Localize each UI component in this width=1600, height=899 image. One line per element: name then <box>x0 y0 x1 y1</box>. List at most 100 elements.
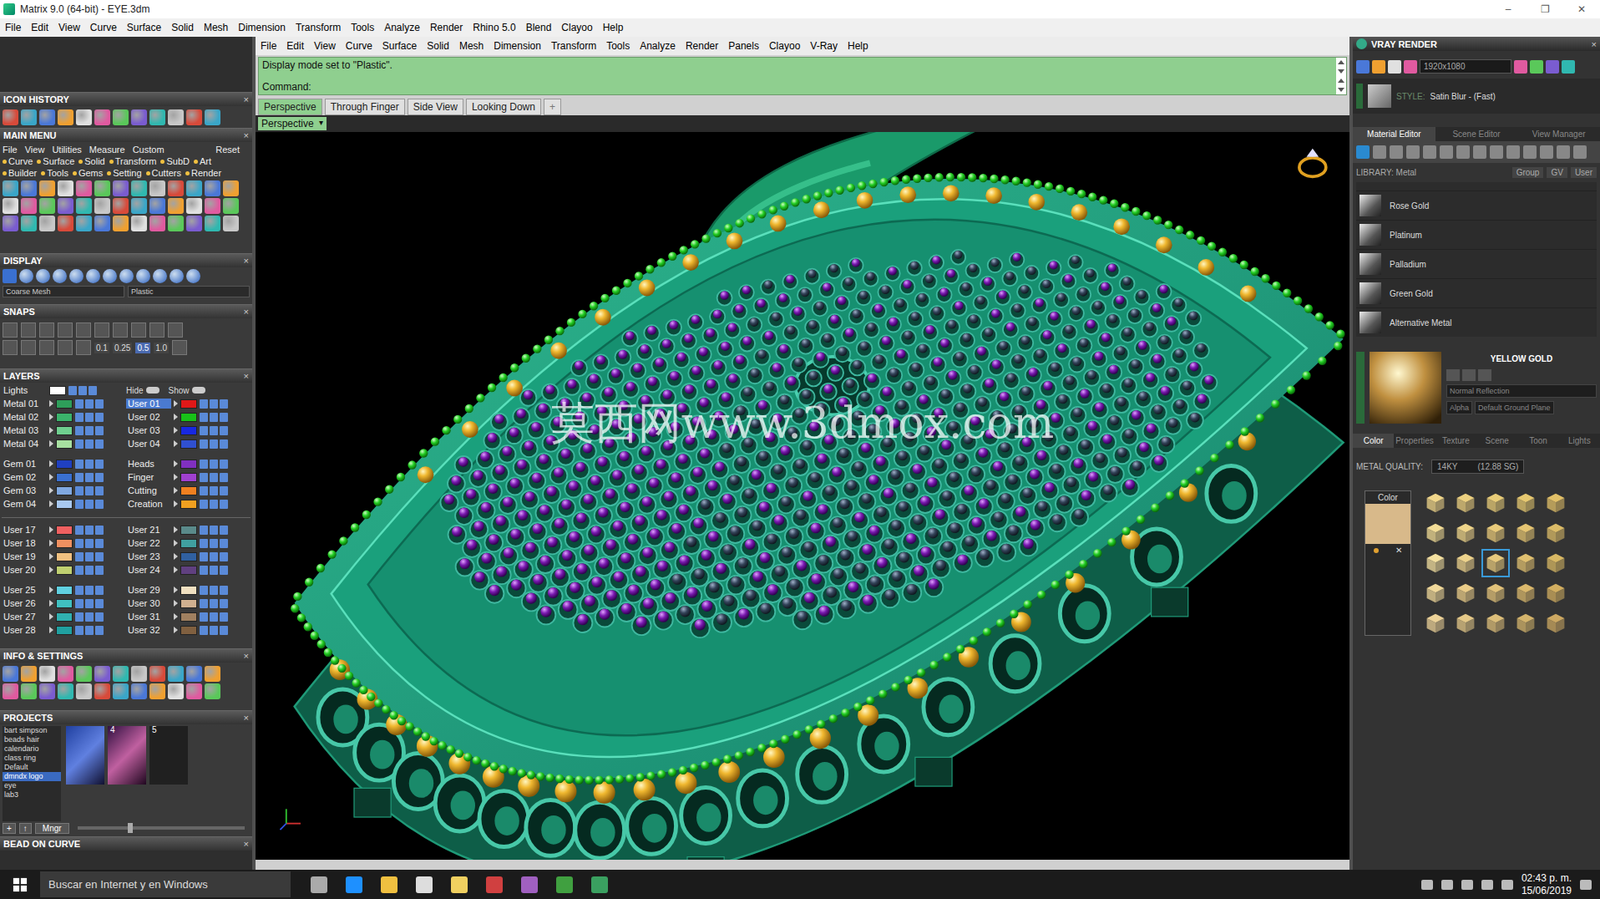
layer-row[interactable]: User 29 <box>126 584 251 595</box>
layer-color[interactable] <box>55 551 73 562</box>
vray-tab[interactable]: View Manager <box>1517 126 1600 142</box>
tool-icon[interactable] <box>186 109 203 126</box>
command-prompt[interactable]: Command: <box>262 81 1333 93</box>
layer-color[interactable] <box>55 565 73 575</box>
menu-item[interactable]: Surface <box>382 40 417 52</box>
tool-icon[interactable] <box>2 665 19 682</box>
material-tool-icon[interactable] <box>1539 145 1554 159</box>
layer-row[interactable]: User 32 <box>126 624 251 635</box>
snap-icon[interactable] <box>2 339 18 355</box>
layer-color[interactable] <box>180 625 198 635</box>
display-mode-icon[interactable] <box>102 268 117 284</box>
taskbar-app-icon[interactable] <box>380 875 398 893</box>
layer-name[interactable]: User 02 <box>126 411 172 422</box>
project-item[interactable]: beads hair <box>2 734 61 745</box>
project-item[interactable]: dmndx logo <box>2 771 61 781</box>
tool-icon[interactable] <box>75 215 92 232</box>
material-item[interactable]: Platinum <box>1356 220 1597 249</box>
tool-icon[interactable] <box>186 215 203 232</box>
tool-icon[interactable] <box>204 665 221 682</box>
material-item[interactable]: Alternative Metal <box>1356 308 1597 337</box>
menu-item[interactable]: Tools <box>350 21 375 34</box>
menu-item[interactable]: Panels <box>728 40 760 52</box>
snap-icon[interactable] <box>2 322 18 338</box>
tool-icon[interactable] <box>39 109 56 126</box>
material-tool-icon[interactable] <box>1556 145 1570 159</box>
render-icon[interactable] <box>1387 60 1402 74</box>
taskbar-app-icon[interactable] <box>556 875 573 893</box>
layer-name[interactable]: Lights <box>1 384 47 395</box>
menu-item[interactable]: View <box>313 40 336 52</box>
add-tab-button[interactable]: + <box>543 98 562 116</box>
tool-icon[interactable] <box>94 683 111 699</box>
tool-icon[interactable] <box>20 109 37 126</box>
notification-icon[interactable] <box>1579 879 1592 890</box>
tool-icon[interactable] <box>186 665 203 682</box>
layer-name[interactable]: User 25 <box>1 584 47 595</box>
layer-color[interactable] <box>55 472 73 482</box>
snap-icon[interactable] <box>112 322 128 338</box>
quality-dropdown[interactable]: 14KY(12.88 SG) <box>1431 459 1525 474</box>
snap-value[interactable]: 0.25 <box>112 342 132 354</box>
manager-button[interactable]: Mngr <box>35 822 70 834</box>
resolution-field[interactable]: 1920x1080 <box>1419 59 1512 74</box>
category-link[interactable]: Render <box>185 167 222 178</box>
layer-color[interactable] <box>55 486 73 496</box>
tool-icon[interactable] <box>112 683 129 699</box>
snap-icon[interactable] <box>75 339 92 355</box>
close-button[interactable]: × <box>243 712 249 723</box>
project-item[interactable]: lab3 <box>2 789 61 800</box>
material-tool-icon[interactable] <box>1372 145 1387 159</box>
display-mode-icon[interactable] <box>186 268 201 284</box>
layer-color[interactable] <box>180 598 198 608</box>
tool-icon[interactable] <box>39 180 56 197</box>
material-tool-icon[interactable] <box>1473 145 1487 159</box>
taskbar-app-icon[interactable] <box>415 875 433 893</box>
start-icon[interactable] <box>0 876 41 892</box>
layer-name[interactable]: User 19 <box>1 551 47 562</box>
tool-icon[interactable] <box>131 215 147 232</box>
tool-icon[interactable] <box>57 665 74 682</box>
layer-color[interactable] <box>55 412 73 422</box>
metal-swatch[interactable] <box>1483 520 1509 546</box>
tool-icon[interactable] <box>75 683 92 699</box>
tool-icon[interactable] <box>167 215 184 232</box>
reset-button[interactable]: Reset <box>215 144 240 155</box>
display-mode-icon[interactable] <box>169 268 184 284</box>
layer-row[interactable]: User 02 <box>126 411 251 422</box>
tool-icon[interactable] <box>39 197 56 214</box>
layer-name[interactable]: Cutting <box>126 485 172 496</box>
layer-row[interactable]: User 24 <box>126 564 251 575</box>
metal-swatch[interactable] <box>1483 580 1509 606</box>
metal-swatch[interactable] <box>1513 580 1539 606</box>
layer-name[interactable]: Metal 04 <box>1 438 47 449</box>
display-mode-icon[interactable] <box>136 268 151 284</box>
material-tool-icon[interactable] <box>1406 145 1420 159</box>
layer-color[interactable] <box>49 385 66 395</box>
tool-icon[interactable] <box>222 215 239 232</box>
metal-swatch[interactable] <box>1453 580 1479 606</box>
material-item[interactable]: Palladium <box>1356 249 1597 279</box>
project-thumbnail[interactable]: 5 <box>149 725 188 785</box>
metal-swatch[interactable] <box>1513 490 1539 516</box>
main-menu-item[interactable]: Custom <box>132 144 165 155</box>
layer-row[interactable]: User 18 <box>1 537 127 548</box>
tool-icon[interactable] <box>167 197 184 214</box>
tool-icon[interactable] <box>131 197 147 214</box>
main-menu-item[interactable]: Utilities <box>51 144 82 155</box>
property-tab[interactable]: Lights <box>1559 433 1600 448</box>
display-mode-icon[interactable] <box>19 268 34 284</box>
tool-icon[interactable] <box>75 665 92 682</box>
close-button[interactable]: × <box>243 94 249 105</box>
tray-icon[interactable] <box>1461 879 1474 890</box>
tool-icon[interactable] <box>131 180 147 197</box>
metal-swatch[interactable] <box>1453 550 1479 576</box>
tool-icon[interactable] <box>57 215 74 232</box>
metal-swatch[interactable] <box>1483 550 1509 576</box>
tool-icon[interactable] <box>2 109 19 126</box>
render-icon[interactable] <box>1403 60 1418 74</box>
layer-name[interactable]: User 32 <box>126 624 172 635</box>
menu-item[interactable]: Render <box>685 40 719 52</box>
viewport-tab[interactable]: Side View <box>407 98 464 116</box>
window-control[interactable]: ❐ <box>1526 3 1564 16</box>
